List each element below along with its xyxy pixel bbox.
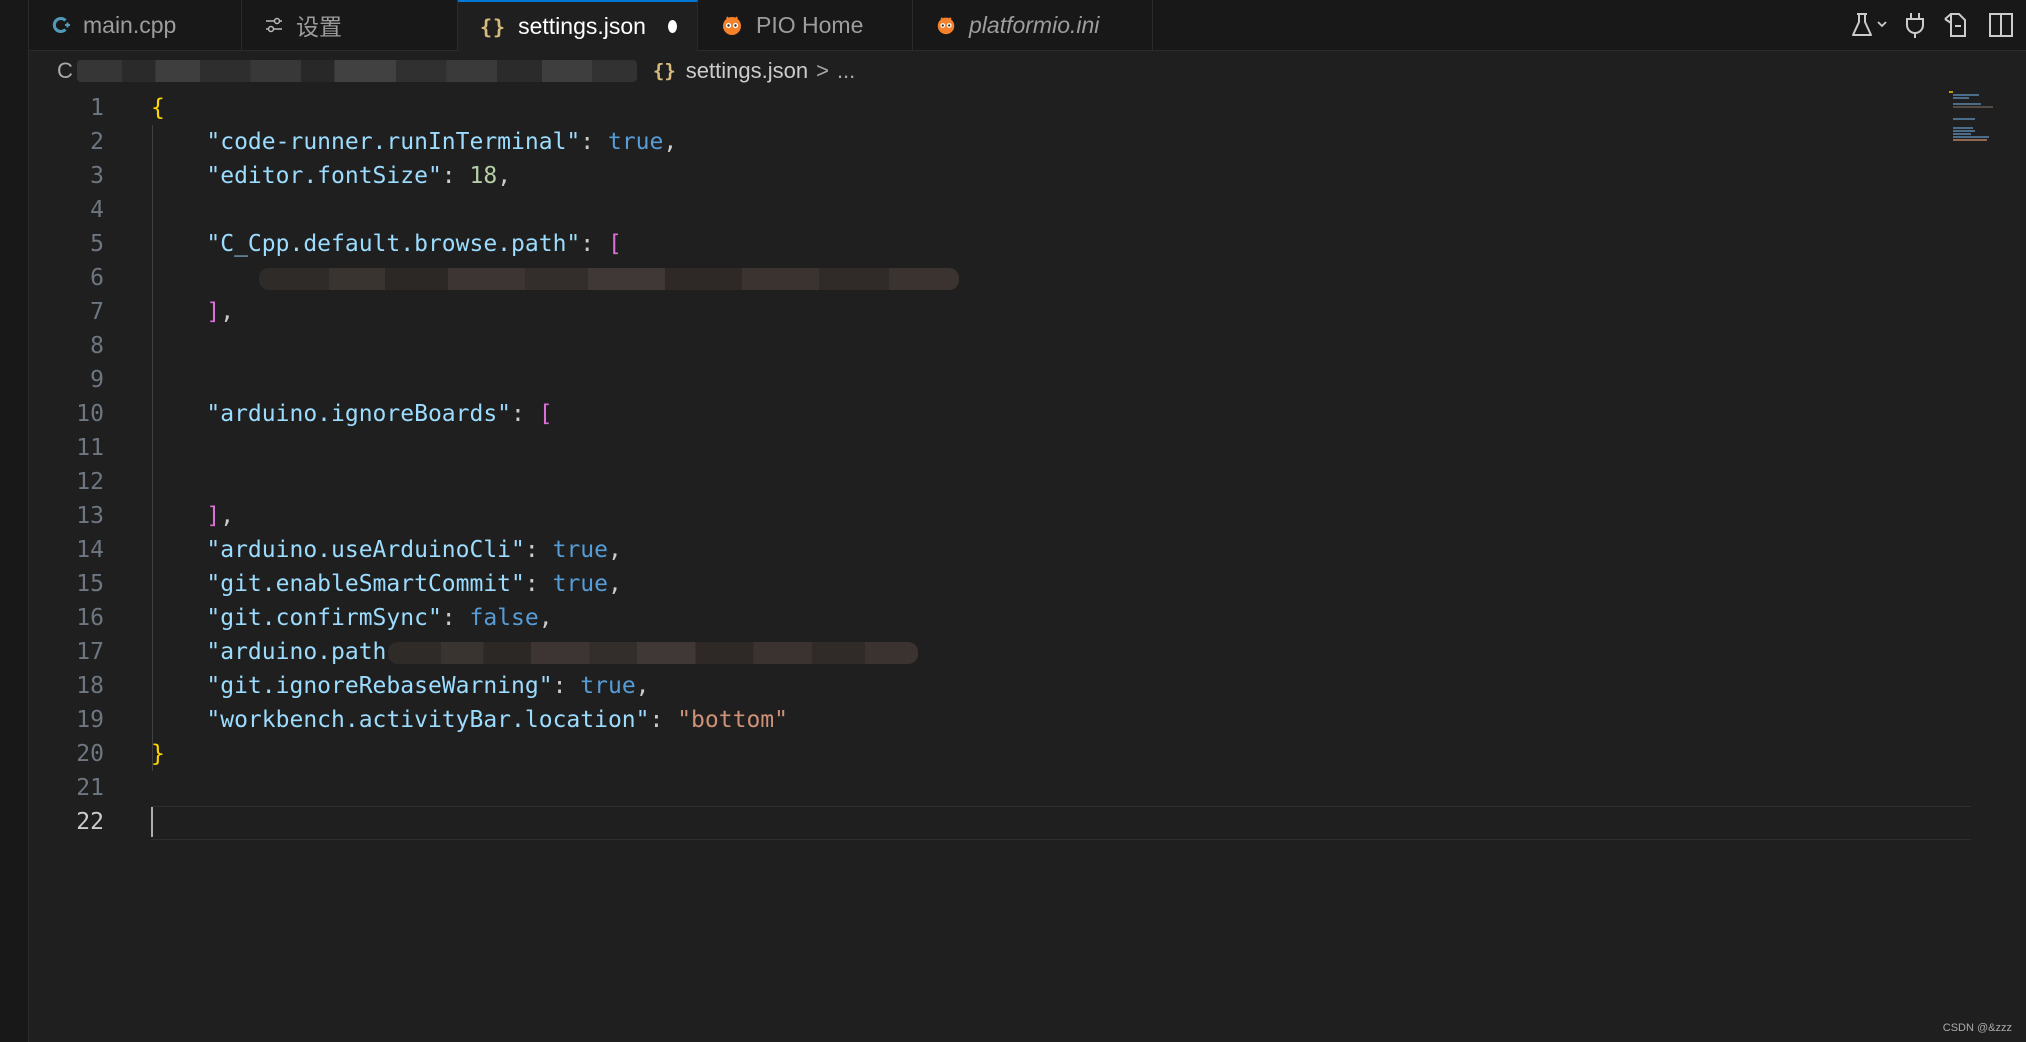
code-line: 10 "arduino.ignoreBoards": [: [29, 397, 1969, 431]
line-number: 5: [90, 231, 104, 257]
code-line: 1 {: [29, 91, 1969, 125]
breadcrumb-root[interactable]: C: [57, 58, 73, 84]
line-number: 4: [90, 197, 104, 223]
line-number: 3: [90, 163, 104, 189]
line-number: 21: [76, 775, 104, 801]
tab-label: settings.json: [518, 13, 646, 39]
redacted-value: [259, 267, 959, 290]
line-number: 12: [76, 469, 104, 495]
code-line: 14 "arduino.useArduinoCli": true,: [29, 533, 1969, 567]
code-line: 11: [29, 431, 1969, 465]
code-line: 5 "C_Cpp.default.browse.path": [: [29, 227, 1969, 261]
tab-bar: main.cpp 设置 {} settings.json PIO Home pl…: [29, 0, 2026, 51]
line-number: 17: [76, 639, 104, 665]
line-number: 2: [90, 129, 104, 155]
line-number: 16: [76, 605, 104, 631]
code-line: 17 "arduino.path: [29, 635, 1969, 669]
line-number: 7: [90, 299, 104, 325]
code-line: 16 "git.confirmSync": false,: [29, 601, 1969, 635]
breadcrumb-file[interactable]: settings.json: [686, 58, 808, 84]
open-changes-icon[interactable]: [1942, 7, 1972, 43]
line-number: 20: [76, 741, 104, 767]
code-line: 21: [29, 771, 1969, 805]
line-number: 8: [90, 333, 104, 359]
code-line: 9: [29, 363, 1969, 397]
line-number: 15: [76, 571, 104, 597]
line-number: 13: [76, 503, 104, 529]
tab-pio-home[interactable]: PIO Home: [698, 0, 913, 50]
code-line: 12: [29, 465, 1969, 499]
platformio-alien-icon: [935, 14, 957, 36]
line-number: 22: [76, 809, 104, 835]
breadcrumb: C {} settings.json > ...: [29, 51, 2026, 91]
unsaved-dot-icon[interactable]: [667, 20, 677, 33]
line-number: 11: [76, 435, 104, 461]
line-number: 14: [76, 537, 104, 563]
code-line: 6: [29, 261, 1969, 295]
redacted-value: [388, 641, 919, 664]
tab-label: 设置: [296, 14, 342, 40]
json-braces-icon: {}: [480, 14, 507, 39]
code-line: 19 "workbench.activityBar.location": "bo…: [29, 703, 1969, 737]
minimap[interactable]: [1947, 91, 2007, 141]
flask-icon[interactable]: [1848, 7, 1888, 43]
tab-label: main.cpp: [83, 11, 177, 38]
code-line: 7 ],: [29, 295, 1969, 329]
watermark: CSDN @&zzz: [1942, 1022, 2012, 1034]
cpp-icon: [51, 15, 71, 35]
sliders-icon: [264, 16, 284, 34]
redacted-path: [76, 60, 637, 82]
text-cursor: [151, 807, 153, 837]
code-line: 2 "code-runner.runInTerminal": true,: [29, 125, 1969, 159]
platformio-alien-icon: [720, 13, 744, 37]
code-line-current[interactable]: 22: [29, 805, 1969, 839]
line-number: 10: [76, 401, 104, 427]
line-number: 9: [90, 367, 104, 393]
code-line: 20 }: [29, 737, 1969, 771]
code-line: 15 "git.enableSmartCommit": true,: [29, 567, 1969, 601]
tab-label: PIO Home: [756, 11, 864, 38]
code-line: 18 "git.ignoreRebaseWarning": true,: [29, 669, 1969, 703]
line-number: 1: [90, 95, 104, 121]
breadcrumb-symbols[interactable]: ...: [837, 58, 855, 84]
tab-platformio-ini[interactable]: platformio.ini: [913, 0, 1153, 50]
code-line: 13 ],: [29, 499, 1969, 533]
code-line: 3 "editor.fontSize": 18,: [29, 159, 1969, 193]
code-line: 8: [29, 329, 1969, 363]
editor-actions: [1848, 0, 2026, 50]
code-editor[interactable]: 1 { 2 "code-runner.runInTerminal": true,…: [29, 91, 2026, 1042]
tab-label: platformio.ini: [969, 11, 1100, 38]
code-line: 4: [29, 193, 1969, 227]
plug-icon[interactable]: [1902, 7, 1928, 43]
line-number: 18: [76, 673, 104, 699]
split-editor-icon[interactable]: [1986, 7, 2016, 43]
tab-settings-ui[interactable]: 设置: [242, 0, 458, 50]
tab-main-cpp[interactable]: main.cpp: [29, 0, 242, 50]
editor-window: main.cpp 设置 {} settings.json PIO Home pl…: [0, 0, 2026, 1042]
line-number: 6: [90, 265, 104, 291]
breadcrumb-separator: >: [816, 58, 829, 83]
json-braces-icon: {}: [652, 60, 676, 82]
tab-settings-json[interactable]: {} settings.json: [458, 0, 698, 51]
line-number: 19: [76, 707, 104, 733]
left-edge-strip: [0, 0, 29, 1042]
